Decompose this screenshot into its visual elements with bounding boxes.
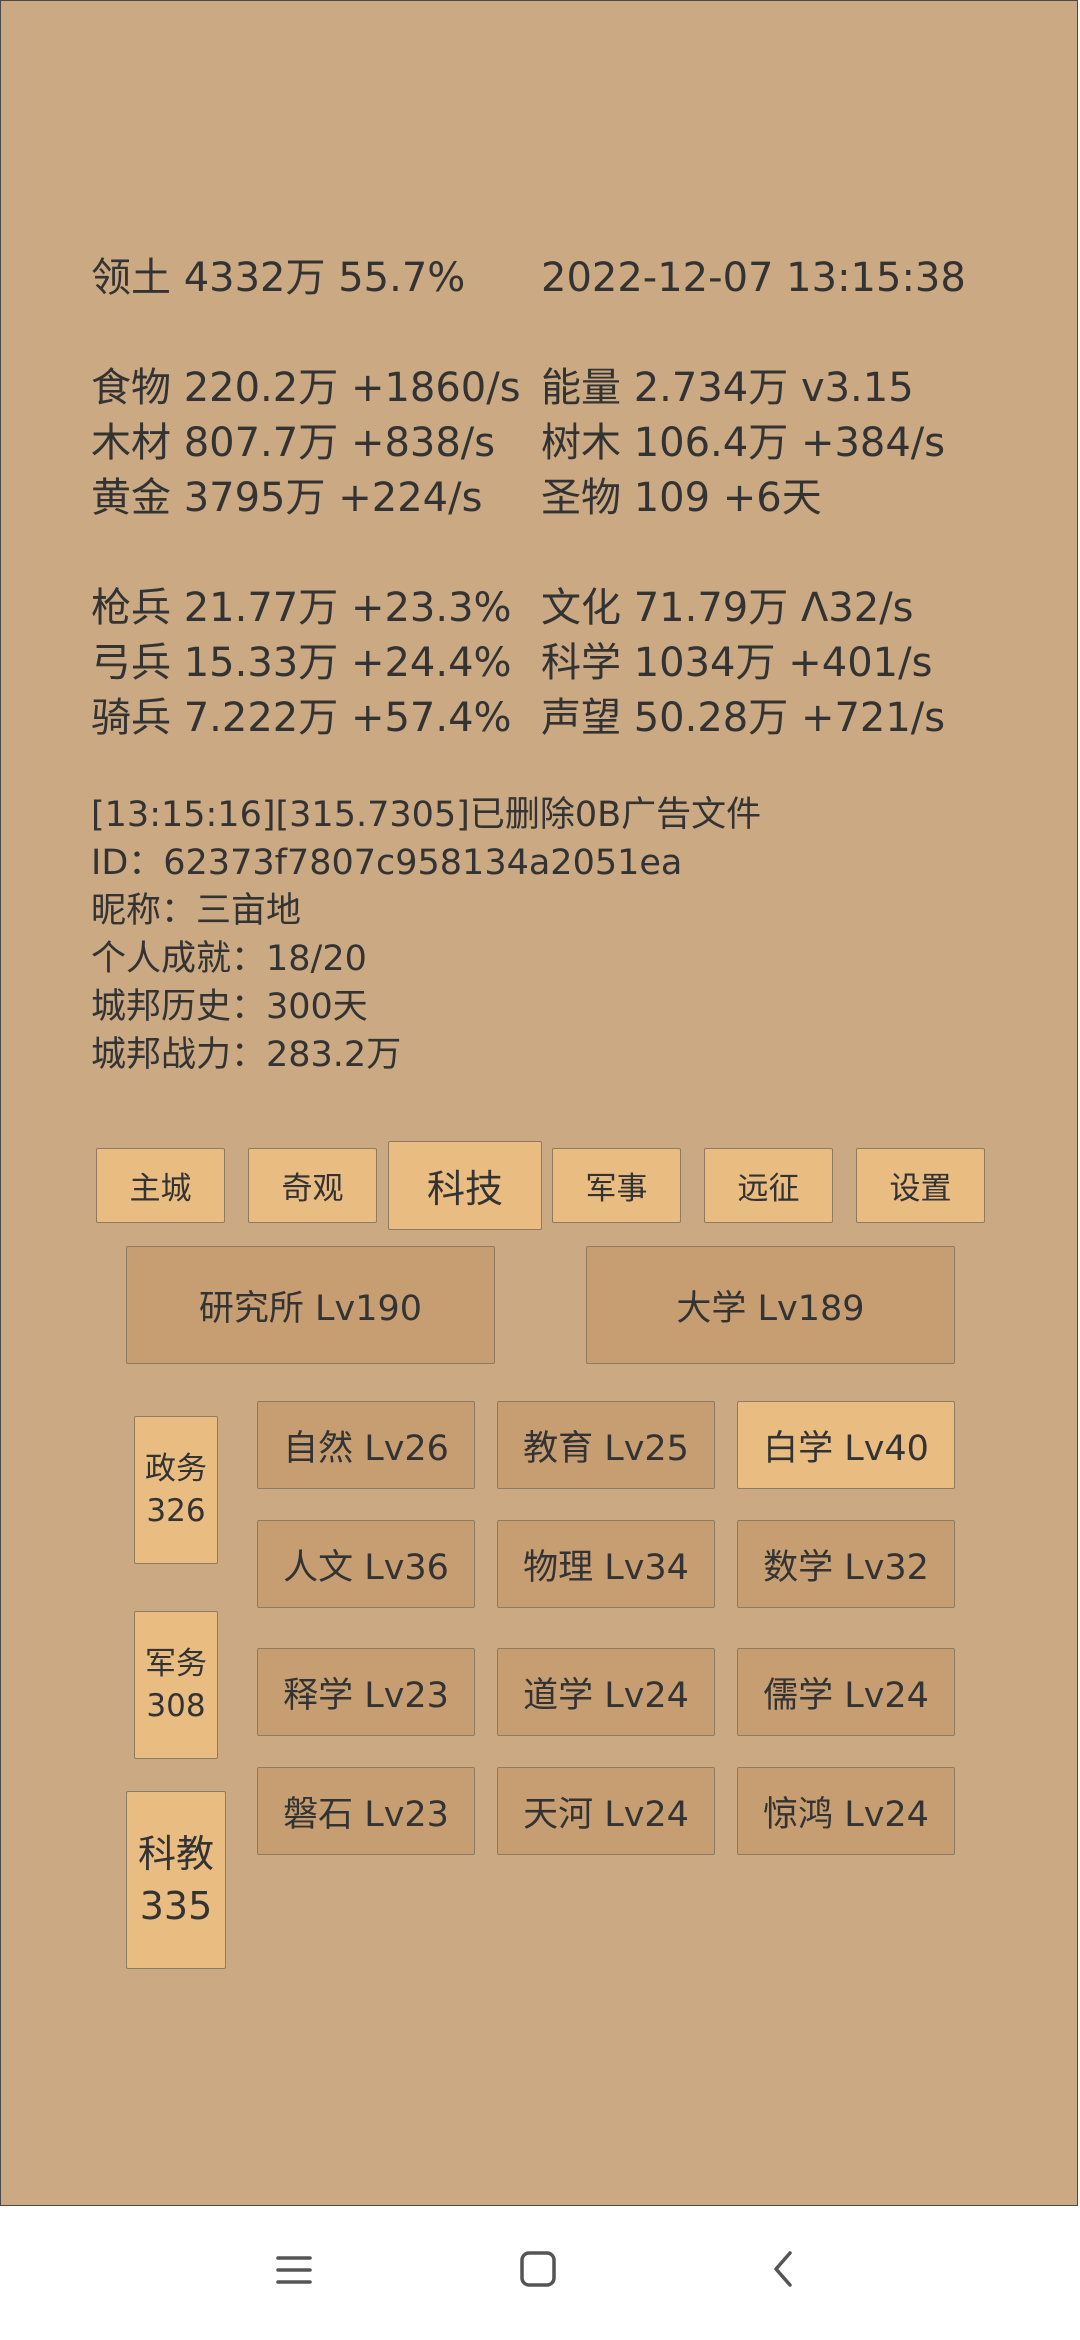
science-stat: 科学 1034万 +401/s: [541, 640, 933, 686]
culture-stat: 文化 71.79万 Λ32/s: [541, 585, 914, 631]
tech-taoism-button[interactable]: 道学 Lv24: [497, 1648, 715, 1736]
food-stat: 食物 220.2万 +1860/s: [91, 365, 521, 411]
home-icon[interactable]: [518, 2249, 558, 2289]
relic-stat: 圣物 109 +6天: [541, 475, 822, 521]
wood-stat: 木材 807.7万 +838/s: [91, 420, 496, 466]
tech-boulder-button[interactable]: 磐石 Lv23: [257, 1767, 475, 1855]
politics-category-button[interactable]: 政务 326: [134, 1416, 218, 1564]
tab-wonders[interactable]: 奇观: [248, 1148, 377, 1223]
datetime-display: 2022-12-07 13:15:38: [541, 255, 966, 301]
back-icon[interactable]: [764, 2249, 804, 2289]
tech-nature-button[interactable]: 自然 Lv26: [257, 1401, 475, 1489]
player-id: ID：62373f7807c958134a2051ea: [91, 843, 683, 883]
institute-button[interactable]: 研究所 Lv190: [126, 1246, 495, 1364]
tab-settings[interactable]: 设置: [856, 1148, 985, 1223]
military-affairs-category-button[interactable]: 军务 308: [134, 1611, 218, 1759]
tech-buddhism-button[interactable]: 释学 Lv23: [257, 1648, 475, 1736]
city-power-line: 城邦战力：283.2万: [91, 1035, 402, 1075]
tab-military[interactable]: 军事: [552, 1148, 681, 1223]
tech-confucianism-button[interactable]: 儒学 Lv24: [737, 1648, 955, 1736]
tech-startle-button[interactable]: 惊鸿 Lv24: [737, 1767, 955, 1855]
university-button[interactable]: 大学 Lv189: [586, 1246, 955, 1364]
tech-self-study-button[interactable]: 白学 Lv40: [737, 1401, 955, 1489]
tab-expedition[interactable]: 远征: [704, 1148, 833, 1223]
system-nav-bar: [0, 2206, 1080, 2340]
gold-stat: 黄金 3795万 +224/s: [91, 475, 483, 521]
tech-education-button[interactable]: 教育 Lv25: [497, 1401, 715, 1489]
tech-physics-button[interactable]: 物理 Lv34: [497, 1520, 715, 1608]
tech-humanities-button[interactable]: 人文 Lv36: [257, 1520, 475, 1608]
city-history-line: 城邦历史：300天: [91, 987, 368, 1027]
tech-galaxy-button[interactable]: 天河 Lv24: [497, 1767, 715, 1855]
log-line: [13:15:16][315.7305]已删除0B广告文件: [91, 795, 762, 835]
energy-stat: 能量 2.734万 v3.15: [541, 365, 914, 411]
achievements-line: 个人成就：18/20: [91, 939, 367, 979]
tech-math-button[interactable]: 数学 Lv32: [737, 1520, 955, 1608]
prestige-stat: 声望 50.28万 +721/s: [541, 695, 946, 741]
spearman-stat: 枪兵 21.77万 +23.3%: [91, 585, 512, 631]
player-nickname: 昵称：三亩地: [91, 891, 302, 931]
tab-main-city[interactable]: 主城: [96, 1148, 225, 1223]
science-edu-category-button[interactable]: 科教 335: [126, 1791, 226, 1969]
cavalry-stat: 骑兵 7.222万 +57.4%: [91, 695, 512, 741]
tab-tech[interactable]: 科技: [388, 1141, 542, 1230]
archer-stat: 弓兵 15.33万 +24.4%: [91, 640, 512, 686]
territory-stat: 领土 4332万 55.7%: [91, 255, 466, 301]
game-screen: 领土 4332万 55.7% 2022-12-07 13:15:38 食物 22…: [0, 0, 1078, 2206]
tree-stat: 树木 106.4万 +384/s: [541, 420, 946, 466]
menu-icon[interactable]: [274, 2250, 314, 2290]
